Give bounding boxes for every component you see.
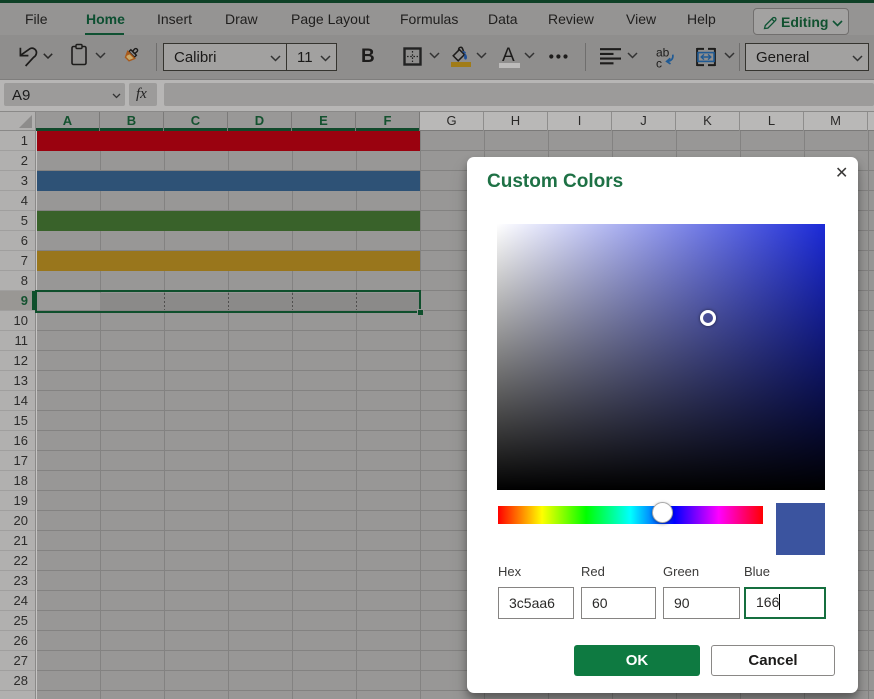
svg-text:c: c bbox=[656, 57, 662, 71]
